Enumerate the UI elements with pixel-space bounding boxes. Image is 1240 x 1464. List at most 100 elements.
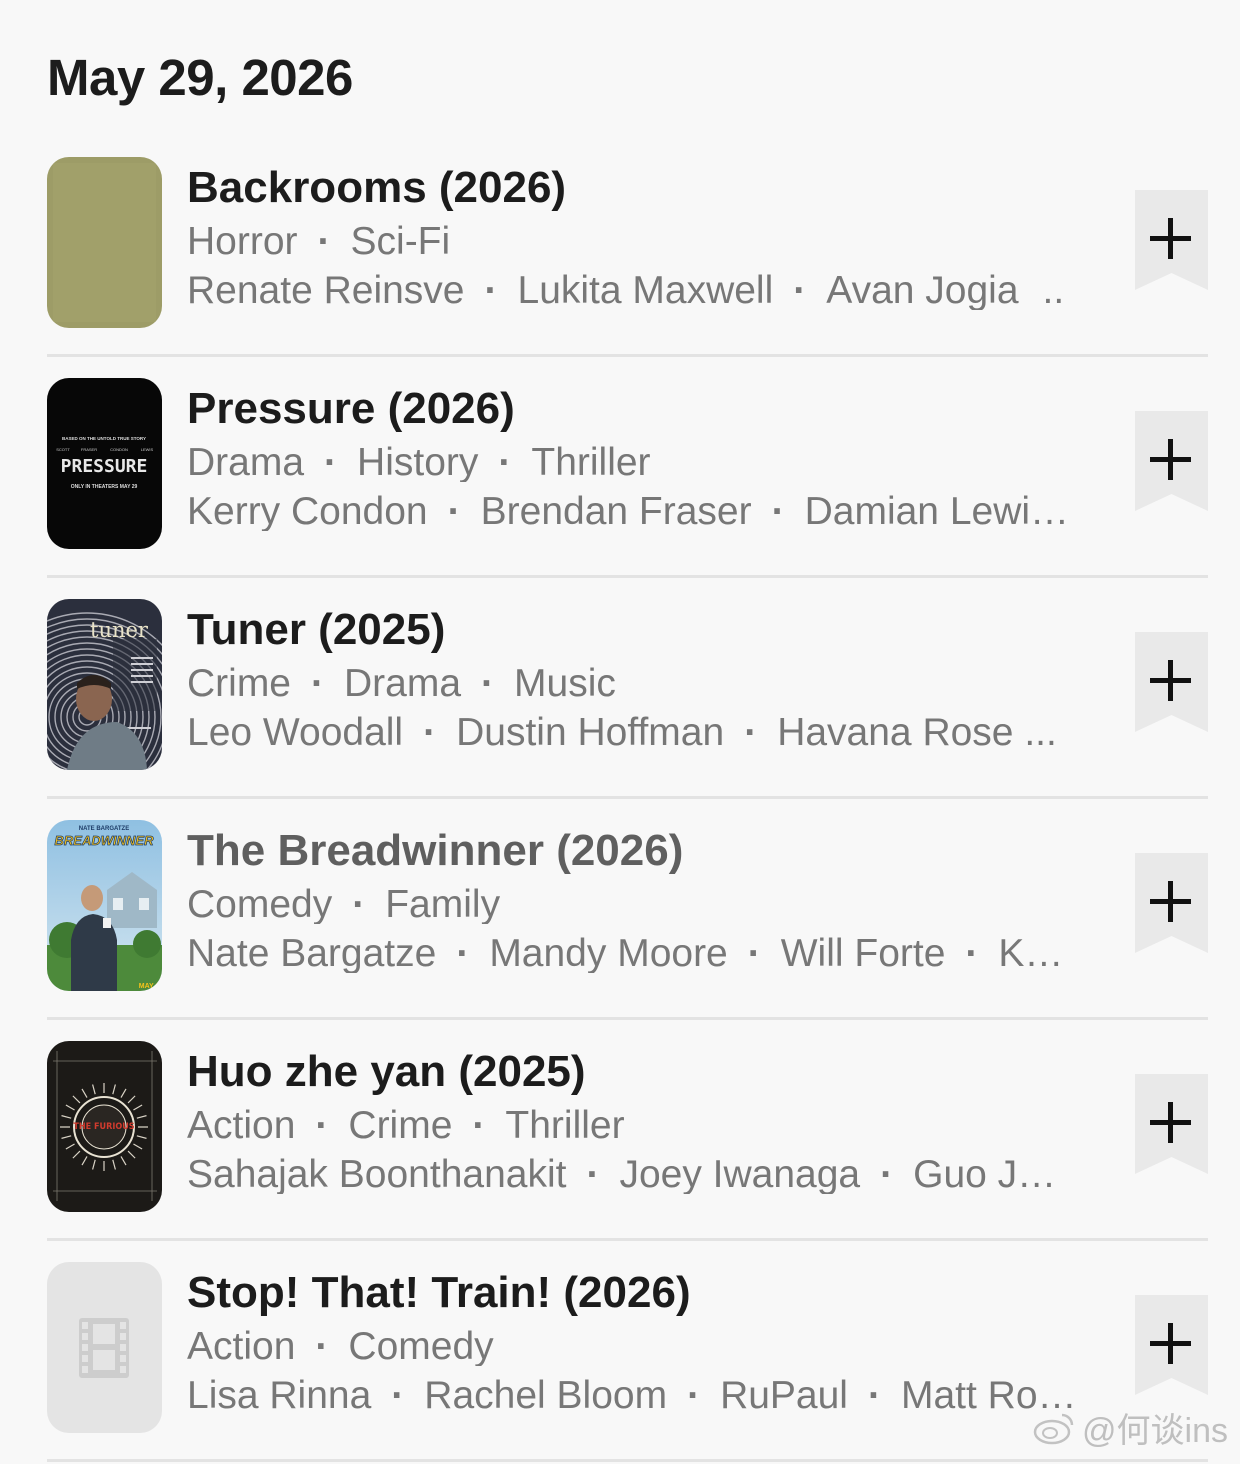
cast-name: Avan Jogia (826, 271, 1019, 310)
film-strip-icon (79, 1318, 129, 1378)
movie-info[interactable]: Backrooms (2026) Horror · Sci-Fi Renate Rein… (187, 166, 1112, 311)
genre-label: Sci-Fi (350, 222, 451, 261)
poster-text: NATE BARGATZE (79, 826, 129, 832)
movie-row[interactable]: Backrooms (2026) Horror · Sci-Fi Renate Rein… (0, 136, 1240, 357)
cast-name: Havana Rose ... (777, 713, 1057, 752)
date-header: May 29, 2026 (47, 49, 353, 106)
movie-cast: Kerry Condon · Brendan Fraser · Damian Lewi… (187, 492, 1112, 531)
poster-text: BREADWINNER (55, 833, 155, 848)
cast-name: Damian Lewi… (804, 492, 1070, 531)
poster-text: LEWIS (141, 447, 154, 452)
add-to-watchlist-button[interactable] (1135, 1074, 1208, 1174)
genre-label: Music (514, 664, 616, 703)
movie-poster[interactable]: NATE BARGATZE BREADWINNER MAY 29 (47, 820, 162, 991)
separator-dot: · (586, 1155, 600, 1194)
cast-name: Nate Bargatze (187, 934, 437, 973)
movie-row[interactable]: THE FURIOUS Huo zhe yan (2025) Action · Cri… (0, 1020, 1240, 1241)
cast-name: RuPaul (720, 1376, 848, 1415)
poster-text: PRESSURE (61, 456, 148, 477)
movie-list: Backrooms (2026) Horror · Sci-Fi Renate Rein… (0, 136, 1240, 1462)
movie-title[interactable]: Stop! That! Train! (2026) (187, 1271, 1112, 1315)
movie-info[interactable]: Huo zhe yan (2025) Action · Crime · Thriller S… (187, 1050, 1112, 1195)
movie-title[interactable]: Pressure (2026) (187, 387, 1112, 431)
movie-poster[interactable] (47, 1262, 162, 1433)
movie-row[interactable]: NATE BARGATZE BREADWINNER MAY 29 The Bre… (0, 799, 1240, 1020)
separator-dot: · (687, 1376, 701, 1415)
genre-label: Thriller (505, 1106, 625, 1145)
poster-text: MAY 29 (139, 983, 162, 990)
cast-name: Leo Woodall (187, 713, 404, 752)
movie-title[interactable]: Huo zhe yan (2025) (187, 1050, 1112, 1094)
genre-label: Thriller (531, 443, 651, 482)
plus-bookmark-icon (1135, 411, 1208, 511)
movie-cast: Nate Bargatze · Mandy Moore · Will Forte · K… (187, 934, 1112, 973)
add-to-watchlist-button[interactable] (1135, 190, 1208, 290)
cast-name: Rachel Bloom (424, 1376, 668, 1415)
cast-name: Joey Iwanaga (619, 1155, 861, 1194)
genre-label: Family (385, 885, 501, 924)
movie-row[interactable]: BASED ON THE UNTOLD TRUE STORY SCOTT FRA… (0, 357, 1240, 578)
cast-name: Guo J… (913, 1155, 1057, 1194)
add-to-watchlist-button[interactable] (1135, 411, 1208, 511)
movie-poster[interactable]: THE FURIOUS (47, 1041, 162, 1212)
cast-name: Mandy Moore (489, 934, 728, 973)
cast-name: Will Forte (780, 934, 946, 973)
separator-dot: · (744, 713, 758, 752)
add-to-watchlist-button[interactable] (1135, 1295, 1208, 1395)
separator-dot: · (447, 492, 461, 531)
watermark: @何谈ins (1032, 1403, 1228, 1452)
movie-poster[interactable] (47, 157, 162, 328)
movie-info[interactable]: The Breadwinner (2026) Comedy · Family Nate … (187, 829, 1112, 974)
movie-poster[interactable]: tuner (47, 599, 162, 770)
movie-poster[interactable]: BASED ON THE UNTOLD TRUE STORY SCOTT FRA… (47, 378, 162, 549)
genre-label: Crime (187, 664, 291, 703)
movie-cast: Lisa Rinna · Rachel Bloom · RuPaul · Matt Ro… (187, 1376, 1112, 1415)
separator-dot: · (324, 443, 338, 482)
separator-dot: · (793, 271, 807, 310)
movie-row[interactable]: tuner Tuner (2025) Crime · Drama · Music Leo W… (0, 578, 1240, 799)
separator-dot: · (484, 271, 498, 310)
genre-label: Horror (187, 222, 298, 261)
movie-title[interactable]: Backrooms (2026) (187, 166, 1112, 210)
plus-bookmark-icon (1135, 1074, 1208, 1174)
movie-cast: Leo Woodall · Dustin Hoffman · Havana Rose .… (187, 713, 1112, 752)
movie-info[interactable]: Tuner (2025) Crime · Drama · Music Leo Woodall… (187, 608, 1112, 753)
separator-dot: · (311, 664, 324, 703)
separator-dot: · (867, 1376, 881, 1415)
cast-more: .. (1042, 271, 1065, 310)
separator-dot: · (315, 1106, 329, 1145)
poster-text: SCOTT (56, 447, 70, 452)
watermark-text: @何谈ins (1082, 1412, 1228, 1450)
movie-title[interactable]: Tuner (2025) (187, 608, 1112, 652)
cast-name: Dustin Hoffman (456, 713, 725, 752)
movie-info[interactable]: Stop! That! Train! (2026) Action · Comedy Li… (187, 1271, 1112, 1416)
add-to-watchlist-button[interactable] (1135, 853, 1208, 953)
cast-name: Kerry Condon (187, 492, 428, 531)
genre-label: Crime (348, 1106, 453, 1145)
cast-name: Lisa Rinna (187, 1376, 372, 1415)
genre-label: History (357, 443, 479, 482)
genre-label: Drama (344, 664, 462, 703)
separator-dot: · (965, 934, 979, 973)
movie-title[interactable]: The Breadwinner (2026) (187, 829, 1112, 873)
movie-info[interactable]: Pressure (2026) Drama · History · Thriller Ker… (187, 387, 1112, 532)
movie-cast: Renate Reinsve · Lukita Maxwell · Avan Jogia… (187, 271, 1112, 310)
separator-dot: · (423, 713, 437, 752)
poster-text: BASED ON THE UNTOLD TRUE STORY (62, 436, 146, 441)
movie-genres: Drama · History · Thriller (187, 443, 1112, 482)
separator-dot: · (498, 443, 512, 482)
genre-label: Comedy (348, 1327, 494, 1366)
add-to-watchlist-button[interactable] (1135, 632, 1208, 732)
movie-cast: Sahajak Boonthanakit · Joey Iwanaga · Guo J… (187, 1155, 1112, 1194)
plus-bookmark-icon (1135, 1295, 1208, 1395)
genre-label: Action (187, 1327, 296, 1366)
separator-dot: · (472, 1106, 486, 1145)
cast-name: K… (998, 934, 1064, 973)
plus-bookmark-icon (1135, 853, 1208, 953)
poster-text: ONLY IN THEATERS MAY 29 (71, 484, 138, 490)
movie-genres: Action · Comedy (187, 1327, 1112, 1366)
genre-label: Drama (187, 443, 305, 482)
genre-label: Comedy (187, 885, 333, 924)
separator-dot: · (771, 492, 785, 531)
separator-dot: · (481, 664, 495, 703)
